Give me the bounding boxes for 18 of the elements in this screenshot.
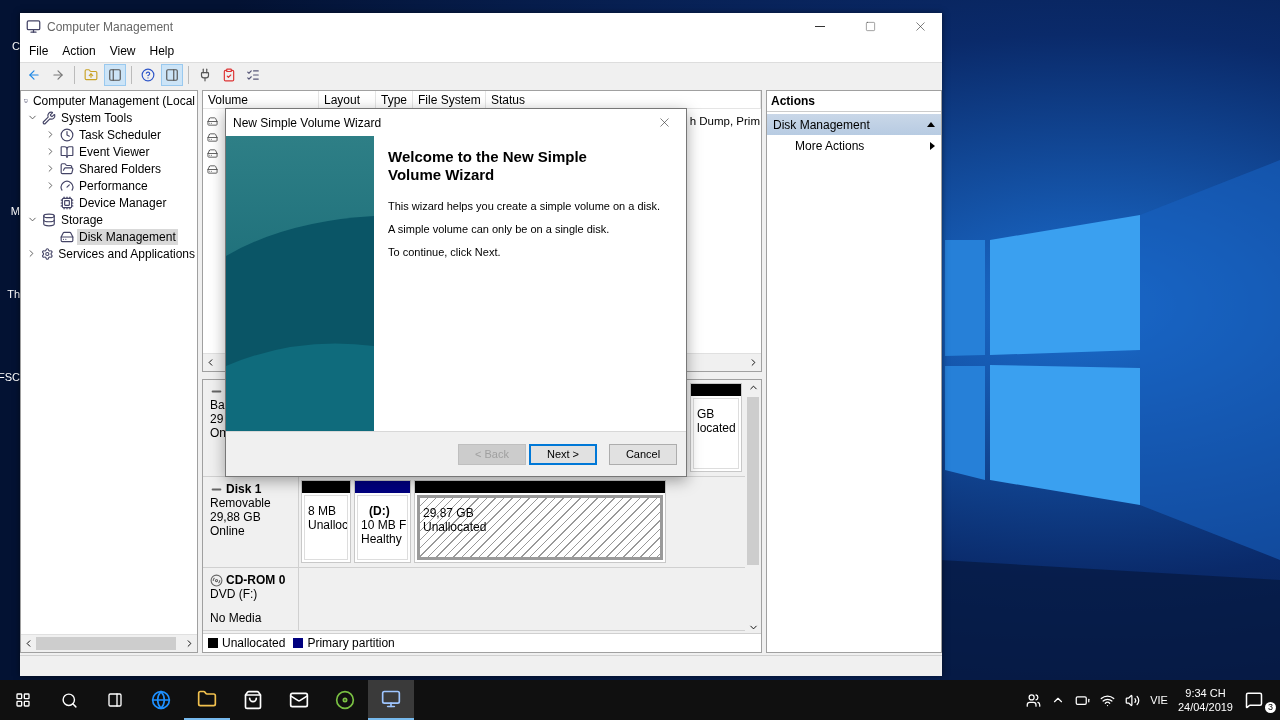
- notification-count: 3: [1265, 702, 1276, 713]
- mail-icon: [289, 690, 309, 710]
- language-indicator[interactable]: VIE: [1150, 694, 1168, 706]
- clock[interactable]: 9:34 CH 24/04/2019: [1177, 686, 1233, 714]
- windows-icon: [15, 692, 31, 708]
- clock-date: 24/04/2019: [1177, 700, 1233, 714]
- disc-icon: [335, 690, 355, 710]
- taskbar-app[interactable]: [368, 680, 414, 720]
- bag-icon: [243, 690, 263, 710]
- task-view-icon: [107, 692, 123, 708]
- globe-icon: [151, 690, 171, 710]
- message-icon: [1245, 691, 1263, 709]
- folder-icon: [197, 689, 217, 709]
- search-icon: [60, 691, 78, 709]
- people-icon: [1026, 692, 1042, 708]
- clock-time: 9:34 CH: [1185, 686, 1226, 700]
- network-icon: [1100, 692, 1116, 708]
- volume-icon: [1125, 692, 1141, 708]
